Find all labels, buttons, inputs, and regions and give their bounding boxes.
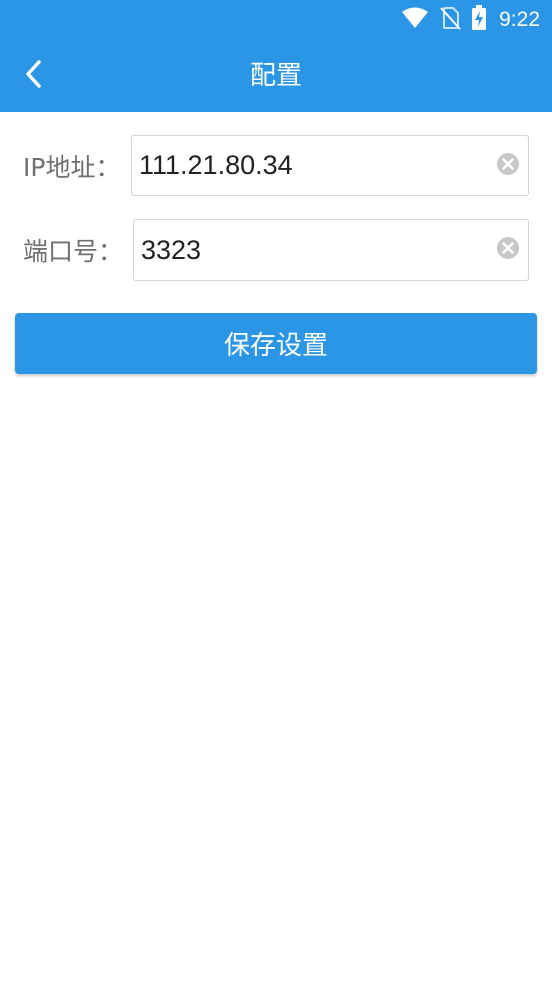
wifi-icon bbox=[401, 6, 429, 34]
status-time: 9:22 bbox=[499, 8, 540, 31]
clear-circle-icon bbox=[496, 152, 520, 180]
page-title: 配置 bbox=[249, 61, 302, 91]
status-icons: 9:22 bbox=[401, 5, 540, 35]
ip-address-box[interactable] bbox=[131, 135, 529, 196]
status-bar: 9:22 bbox=[0, 0, 552, 40]
app-bar: 配置 bbox=[0, 40, 552, 112]
port-box[interactable] bbox=[133, 219, 529, 281]
save-settings-button[interactable]: 保存设置 bbox=[15, 313, 537, 374]
ip-address-label: IP地址： bbox=[23, 152, 121, 182]
clear-circle-icon bbox=[496, 236, 520, 264]
no-sim-icon bbox=[439, 6, 461, 34]
port-row: 端口号： bbox=[0, 219, 552, 281]
battery-charging-icon bbox=[471, 5, 487, 35]
port-input[interactable] bbox=[134, 220, 484, 280]
ip-address-row: IP地址： bbox=[0, 135, 552, 196]
ip-address-input[interactable] bbox=[132, 136, 484, 195]
back-button[interactable] bbox=[12, 54, 56, 98]
chevron-left-icon bbox=[23, 59, 45, 93]
port-label: 端口号： bbox=[23, 237, 124, 266]
port-clear-button[interactable] bbox=[488, 220, 528, 280]
ip-clear-button[interactable] bbox=[488, 136, 528, 195]
